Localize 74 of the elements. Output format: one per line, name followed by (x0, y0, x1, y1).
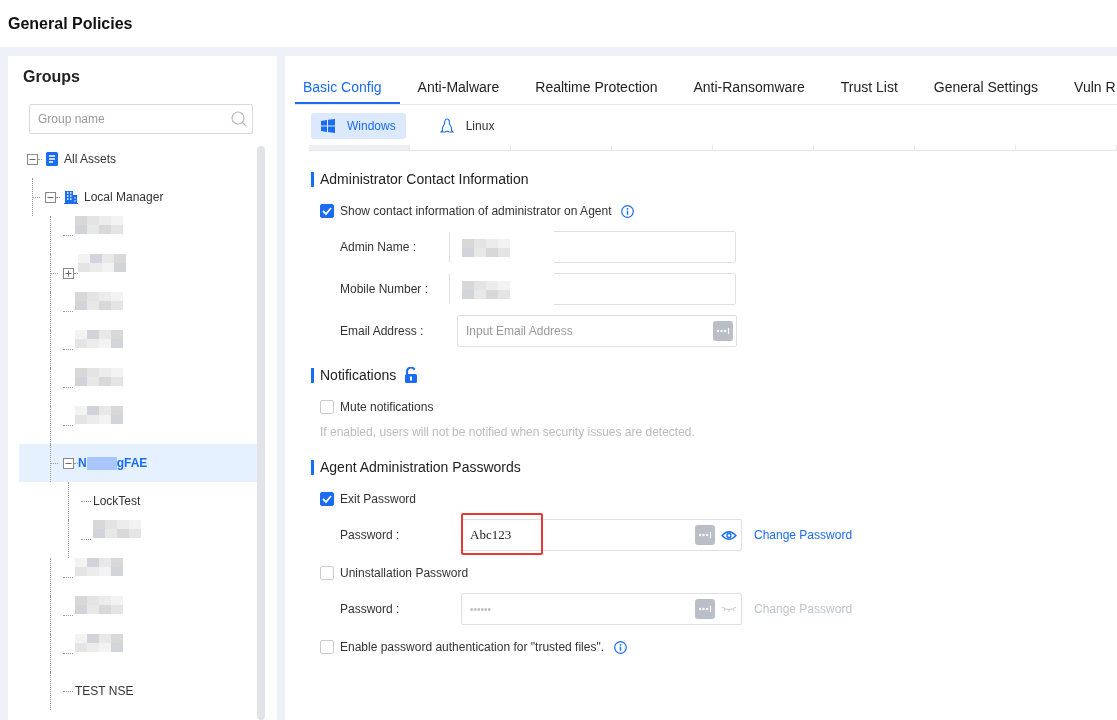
field-label: Password : (340, 528, 401, 542)
field-label: Mobile Number : (340, 282, 430, 296)
pixelated-block (75, 596, 123, 614)
search-field[interactable]: Group name (29, 104, 253, 134)
platform-tab[interactable]: Windows (311, 113, 406, 139)
checkbox[interactable] (320, 640, 334, 654)
checkbox[interactable] (320, 400, 334, 414)
tree-item-label[interactable]: LockTest (93, 494, 141, 508)
tree-row[interactable]: LockTest (19, 482, 257, 520)
pixelated-block (75, 558, 123, 576)
keyboard-icon[interactable] (713, 321, 733, 341)
penguin-icon (439, 118, 454, 134)
field-label: Email Address : (340, 324, 425, 338)
collapse-toggle[interactable] (63, 457, 74, 469)
panel-title: Groups (23, 68, 80, 86)
unlocked-lock-icon[interactable] (404, 367, 419, 383)
tree-row[interactable]: Local Manager (19, 178, 257, 216)
pixelated-block (75, 406, 123, 424)
tab[interactable]: Basic Config (295, 56, 400, 104)
page-title: General Policies (8, 14, 133, 33)
change-password-link[interactable]: Change Password (754, 528, 853, 542)
checkbox[interactable] (320, 566, 334, 580)
hidden-eye-icon[interactable] (721, 606, 737, 612)
tab[interactable]: General Settings (925, 56, 1057, 104)
input-field[interactable]: Input Email Address (457, 315, 737, 347)
pixelated-block (78, 254, 126, 272)
pixelated-block (75, 216, 123, 234)
pixelated-block (75, 368, 123, 386)
checkbox-label: Exit Password (340, 492, 417, 506)
collapse-toggle[interactable] (45, 191, 56, 203)
tree-item-label[interactable]: TEST NSE (75, 684, 134, 698)
tab[interactable]: Anti-Ransomware (685, 56, 823, 104)
field-label: Password : (340, 602, 401, 616)
eye-icon[interactable] (721, 529, 737, 541)
keyboard-icon[interactable] (695, 599, 715, 619)
pixelated-block (93, 520, 141, 538)
checkbox[interactable] (320, 492, 334, 506)
scrollbar[interactable] (257, 146, 265, 720)
pixelated-block (75, 292, 123, 310)
section-title: Agent Administration Passwords (311, 459, 521, 475)
tab[interactable]: Vuln R (1066, 56, 1117, 104)
tab[interactable]: Realtime Protection (527, 56, 676, 104)
pixelated-block (462, 239, 510, 257)
section-title: Administrator Contact Information (311, 171, 529, 187)
document-icon (46, 152, 58, 166)
tab[interactable]: Trust List (832, 56, 916, 104)
expand-toggle[interactable] (63, 267, 74, 279)
selected-tree-row[interactable]: N gFAE (19, 444, 257, 482)
tree-item-label[interactable]: Local Manager (84, 190, 164, 204)
section-title: Notifications (311, 367, 397, 383)
tab[interactable]: Anti-Malware (409, 56, 518, 104)
checkbox-label: Mute notifications (340, 400, 434, 414)
info-icon[interactable] (614, 640, 627, 654)
collapse-toggle[interactable] (27, 153, 38, 165)
platform-tab[interactable]: Linux (429, 113, 505, 139)
hint-text: If enabled, users will not be notified when security issues are detected. (320, 425, 695, 439)
pixelated-block (75, 330, 123, 348)
checkbox-label: Enable password authentication for "trusted files". (340, 640, 604, 654)
password-field[interactable]: Abc123 (461, 519, 742, 551)
pixelated-block (462, 281, 510, 299)
field-label: Admin Name : (340, 240, 418, 254)
checkbox-label: Uninstallation Password (340, 566, 469, 580)
checkbox-label: Show contact information of administrator on Agent (340, 204, 612, 218)
windows-icon (321, 119, 335, 133)
tree-row[interactable]: TEST NSE (19, 672, 257, 710)
tree-item-label[interactable]: All Assets (64, 152, 117, 166)
building-icon (64, 190, 78, 204)
tree-row[interactable]: All Assets (19, 140, 257, 178)
info-icon[interactable] (621, 204, 635, 218)
pixelated-block (75, 634, 123, 652)
tree-item-label: N gFAE (78, 455, 148, 471)
keyboard-icon[interactable] (695, 525, 715, 545)
search-icon[interactable] (231, 111, 247, 127)
checkbox[interactable] (320, 204, 334, 218)
